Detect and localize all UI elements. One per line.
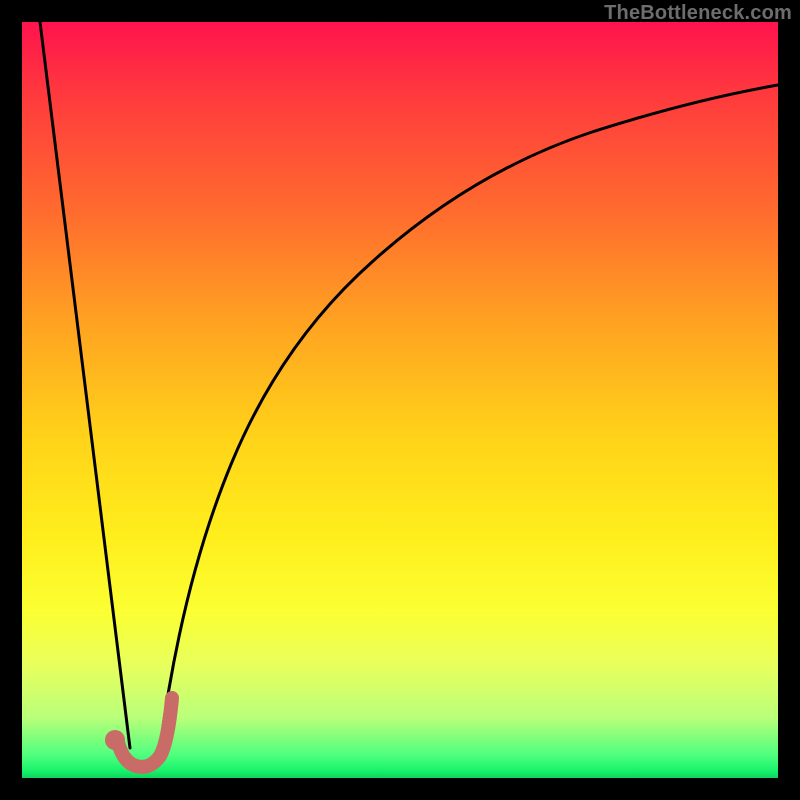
highlight-marker-dot	[105, 730, 125, 750]
right-branch-curve	[160, 85, 778, 748]
watermark-text: TheBottleneck.com	[604, 2, 792, 25]
chart-curves-svg	[22, 22, 778, 778]
chart-plot-area	[22, 22, 778, 778]
highlight-j-stroke	[117, 698, 172, 767]
chart-frame: TheBottleneck.com	[0, 0, 800, 800]
left-branch-curve	[40, 22, 130, 748]
